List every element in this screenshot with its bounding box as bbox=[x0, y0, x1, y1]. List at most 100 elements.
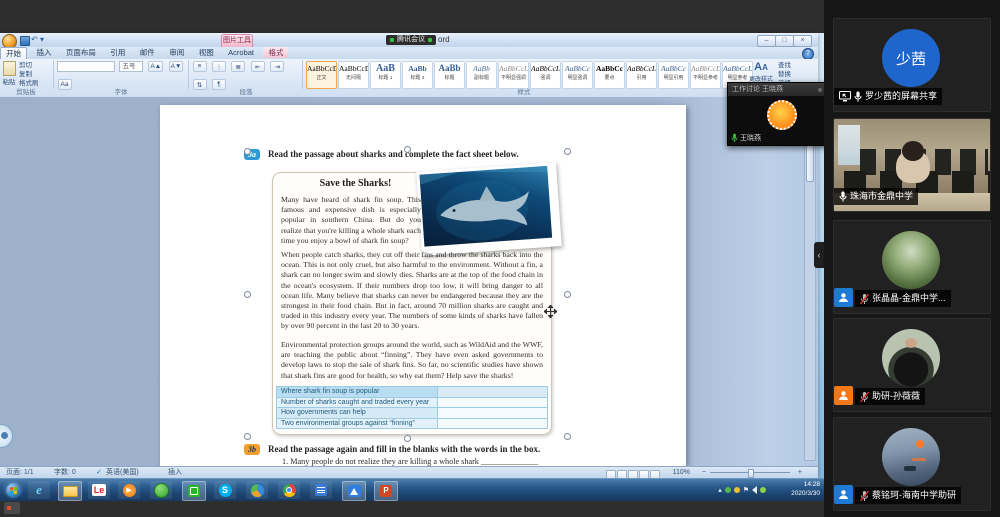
tray-status-icon[interactable] bbox=[734, 487, 740, 493]
numbering-icon[interactable]: ⋮ bbox=[212, 61, 226, 72]
fact-row-answer[interactable] bbox=[438, 418, 548, 429]
tray-status-icon[interactable] bbox=[725, 487, 731, 493]
format-painter-button[interactable]: 格式刷 bbox=[19, 79, 39, 88]
participant-tile[interactable]: 张晶晶-金鼎中学... bbox=[833, 220, 991, 314]
taskbar-clock[interactable]: 14:28 2020/3/30 bbox=[768, 481, 820, 498]
style-intense-quote[interactable]: AaBbCc明显引用 bbox=[658, 61, 689, 89]
selection-handle[interactable] bbox=[404, 435, 411, 442]
selection-handle[interactable] bbox=[244, 433, 251, 440]
font-name-combo[interactable] bbox=[57, 61, 115, 72]
qat-dropdown-icon[interactable]: ▾ bbox=[40, 33, 44, 46]
font-size-combo[interactable]: 五号 bbox=[119, 61, 143, 72]
powerpoint-icon[interactable]: P bbox=[374, 481, 398, 501]
tray-status-icon[interactable] bbox=[760, 487, 766, 493]
skype-icon[interactable]: S bbox=[214, 481, 236, 499]
decrease-indent-icon[interactable]: ⇤ bbox=[251, 61, 265, 72]
zoom-out-icon[interactable]: − bbox=[702, 467, 706, 478]
ribbon: 粘贴 剪切 复制 格式刷 剪贴板 五号 A▲ A▼ Aa B I U ab bbox=[0, 59, 818, 98]
green-browser-icon[interactable] bbox=[150, 481, 172, 499]
tab-insert[interactable]: 插入 bbox=[31, 47, 56, 58]
tab-acrobat[interactable]: Acrobat bbox=[223, 47, 259, 58]
grow-font-icon[interactable]: A▲ bbox=[148, 61, 163, 72]
mini-panel-menu-icon[interactable] bbox=[818, 88, 822, 92]
tab-home[interactable]: 开始 bbox=[0, 47, 27, 59]
participant-tile[interactable]: 珠海市金鼎中学 bbox=[833, 118, 991, 212]
tray-flag-icon[interactable]: ⚑ bbox=[743, 486, 749, 494]
increase-indent-icon[interactable]: ⇥ bbox=[270, 61, 284, 72]
mini-panel-header[interactable]: 工作讨论 王晓燕 bbox=[728, 83, 824, 96]
ie-taskbar-icon[interactable]: e bbox=[28, 481, 50, 499]
selection-handle[interactable] bbox=[244, 148, 251, 155]
chrome-icon[interactable] bbox=[278, 481, 300, 499]
volume-icon[interactable] bbox=[752, 486, 757, 494]
tab-mailings[interactable]: 邮件 bbox=[135, 47, 160, 58]
meeting-app-icon[interactable] bbox=[342, 481, 366, 501]
selection-handle[interactable] bbox=[564, 291, 571, 298]
style-heading1[interactable]: AaB标题 1 bbox=[370, 61, 401, 89]
bullets-icon[interactable]: ≡ bbox=[193, 61, 207, 72]
paste-button[interactable]: 粘贴 bbox=[2, 61, 16, 86]
tab-references[interactable]: 引用 bbox=[105, 47, 130, 58]
mic-muted-icon bbox=[860, 490, 869, 502]
selection-handle[interactable] bbox=[564, 148, 571, 155]
meeting-mini-panel[interactable]: 工作讨论 王晓燕 王晓燕 bbox=[727, 82, 824, 146]
shrink-font-icon[interactable]: A▼ bbox=[169, 61, 184, 72]
tray-expand-icon[interactable]: ▴ bbox=[718, 486, 722, 494]
language-indicator[interactable]: 英语(美国) bbox=[106, 467, 139, 478]
restore-button[interactable]: □ bbox=[775, 35, 794, 47]
style-title[interactable]: AaBb标题 bbox=[434, 61, 465, 89]
windows-start-button[interactable] bbox=[3, 481, 23, 499]
explorer-taskbar-icon[interactable] bbox=[58, 481, 82, 501]
minimize-button[interactable]: – bbox=[757, 35, 776, 47]
style-heading2[interactable]: AaBb标题 2 bbox=[402, 61, 433, 89]
style-subtle-emphasis[interactable]: AaBbCcL不明显强调 bbox=[498, 61, 529, 89]
participant-tile[interactable]: 少茜 罗少茜的屏幕共享 bbox=[833, 18, 991, 112]
undo-button[interactable]: ↶ bbox=[31, 33, 38, 46]
sogou-browser-icon[interactable] bbox=[246, 481, 268, 499]
selection-handle[interactable] bbox=[244, 291, 251, 298]
tab-format[interactable]: 格式 bbox=[263, 47, 288, 58]
multilevel-list-icon[interactable]: ≣ bbox=[231, 61, 245, 72]
style-no-spacing[interactable]: AaBbCcD无间隔 bbox=[338, 61, 369, 89]
selection-handle[interactable] bbox=[404, 146, 411, 153]
close-button[interactable]: × bbox=[793, 35, 812, 47]
fact-row-answer[interactable] bbox=[438, 397, 548, 408]
docs-app-icon[interactable] bbox=[310, 481, 332, 499]
style-intense-emphasis[interactable]: AaBbCc明显强调 bbox=[562, 61, 593, 89]
fact-row-answer[interactable] bbox=[438, 408, 548, 419]
tab-review[interactable]: 审阅 bbox=[164, 47, 189, 58]
zoom-slider-handle[interactable] bbox=[748, 469, 754, 478]
document-page[interactable]: 3a Read the passage about sharks and com… bbox=[160, 105, 686, 466]
style-subtle-reference[interactable]: AaBbCcD不明显参考 bbox=[690, 61, 721, 89]
tab-view[interactable]: 视图 bbox=[194, 47, 219, 58]
participant-tile[interactable]: 助研-孙薇薇 bbox=[833, 318, 991, 412]
copy-button[interactable]: 复制 bbox=[19, 70, 39, 79]
find-button[interactable]: 查找 bbox=[778, 61, 791, 70]
media-player-icon[interactable]: ▶ bbox=[118, 481, 140, 499]
selection-handle[interactable] bbox=[564, 433, 571, 440]
insert-mode-indicator[interactable]: 插入 bbox=[168, 467, 182, 478]
vertical-scrollbar[interactable] bbox=[804, 99, 816, 461]
word-count[interactable]: 字数: 0 bbox=[54, 467, 76, 478]
meeting-toolbar-fragment[interactable] bbox=[4, 502, 20, 514]
style-normal[interactable]: AaBbCcD正文 bbox=[306, 61, 337, 89]
change-styles-button[interactable]: AA 更改样式 bbox=[748, 61, 774, 83]
cut-button[interactable]: 剪切 bbox=[19, 61, 39, 70]
replace-button[interactable]: 替换 bbox=[778, 70, 791, 79]
style-quote[interactable]: AaBbCcL引用 bbox=[626, 61, 657, 89]
spellcheck-icon[interactable]: ✓ bbox=[96, 467, 102, 478]
style-strong[interactable]: AaBbCc要点 bbox=[594, 61, 625, 89]
green-app-icon[interactable] bbox=[182, 481, 206, 501]
sidebar-collapse-icon[interactable]: ‹ bbox=[814, 242, 824, 268]
save-icon[interactable] bbox=[20, 36, 30, 46]
participant-label: 助研-孙薇薇 bbox=[855, 388, 925, 405]
style-emphasis[interactable]: AaBbCcL强调 bbox=[530, 61, 561, 89]
le-player-icon[interactable]: Le bbox=[88, 481, 110, 499]
fact-row-answer[interactable] bbox=[438, 387, 548, 398]
page-indicator[interactable]: 页面: 1/1 bbox=[6, 467, 34, 478]
zoom-in-icon[interactable]: + bbox=[798, 467, 802, 478]
tab-page-layout[interactable]: 页面布局 bbox=[61, 47, 101, 58]
style-subtitle[interactable]: AaBb副标题 bbox=[466, 61, 497, 89]
zoom-level[interactable]: 110% bbox=[673, 467, 690, 478]
participant-tile[interactable]: 蔡铭珂-海南中学助研 bbox=[833, 417, 991, 511]
